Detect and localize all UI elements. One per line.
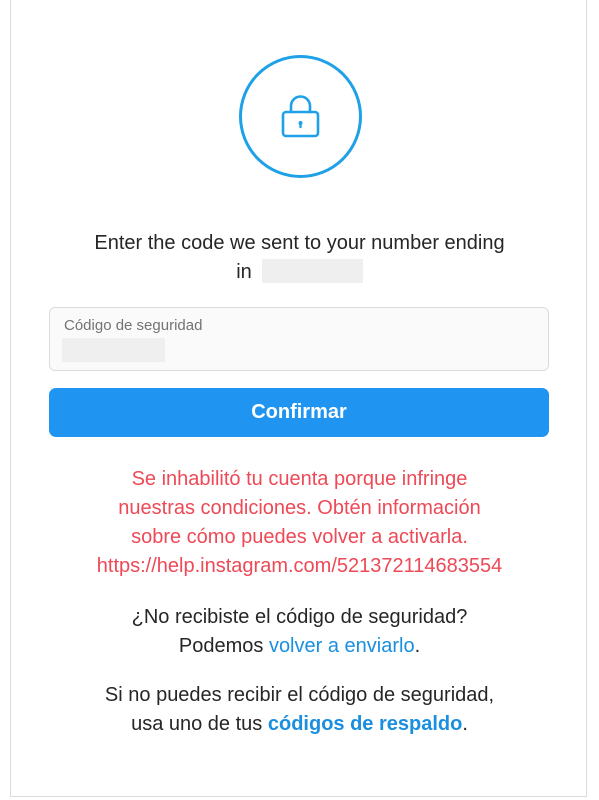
- resend-section: ¿No recibiste el código de seguridad? Po…: [31, 603, 568, 661]
- error-line-3: sobre cómo puedes volver a activarla.: [131, 526, 468, 548]
- backup-line-2: usa uno de tus códigos de respaldo.: [31, 710, 568, 739]
- masked-security-code: [62, 338, 165, 362]
- verification-prompt: Enter the code we sent to your number en…: [31, 229, 568, 287]
- security-code-input[interactable]: Código de seguridad: [49, 307, 549, 371]
- error-line-1: Se inhabilitó tu cuenta porque infringe: [131, 468, 468, 490]
- resend-code-link[interactable]: volver a enviarlo: [269, 635, 415, 657]
- backup-line-1: Si no puedes recibir el código de seguri…: [104, 684, 495, 706]
- security-code-label: Código de seguridad: [64, 317, 203, 334]
- resend-line: Podemos volver a enviarlo.: [31, 632, 568, 661]
- backup-suffix: .: [462, 713, 468, 735]
- error-line-2: nuestras condiciones. Obtén información: [118, 497, 481, 519]
- backup-prefix: usa uno de tus: [131, 713, 268, 735]
- backup-codes-link[interactable]: códigos de respaldo: [268, 713, 462, 735]
- backup-codes-section: Si no puedes recibir el código de seguri…: [31, 681, 568, 739]
- prompt-line-1: Enter the code we sent to your number en…: [94, 232, 505, 254]
- error-help-url: https://help.instagram.com/5213721146835…: [96, 555, 503, 577]
- lock-icon: [281, 95, 320, 138]
- resend-question: ¿No recibiste el código de seguridad?: [131, 606, 468, 628]
- confirm-button[interactable]: Confirmar: [49, 388, 549, 437]
- prompt-in-word: in: [236, 261, 252, 283]
- lock-icon-circle: [239, 55, 362, 178]
- resend-suffix: .: [414, 635, 421, 657]
- prompt-line-2: in: [31, 258, 568, 287]
- account-disabled-error: Se inhabilitó tu cuenta porque infringe …: [31, 465, 568, 581]
- resend-prefix: Podemos: [178, 635, 269, 657]
- verification-card: Enter the code we sent to your number en…: [10, 0, 587, 797]
- masked-phone-digits: [261, 258, 363, 283]
